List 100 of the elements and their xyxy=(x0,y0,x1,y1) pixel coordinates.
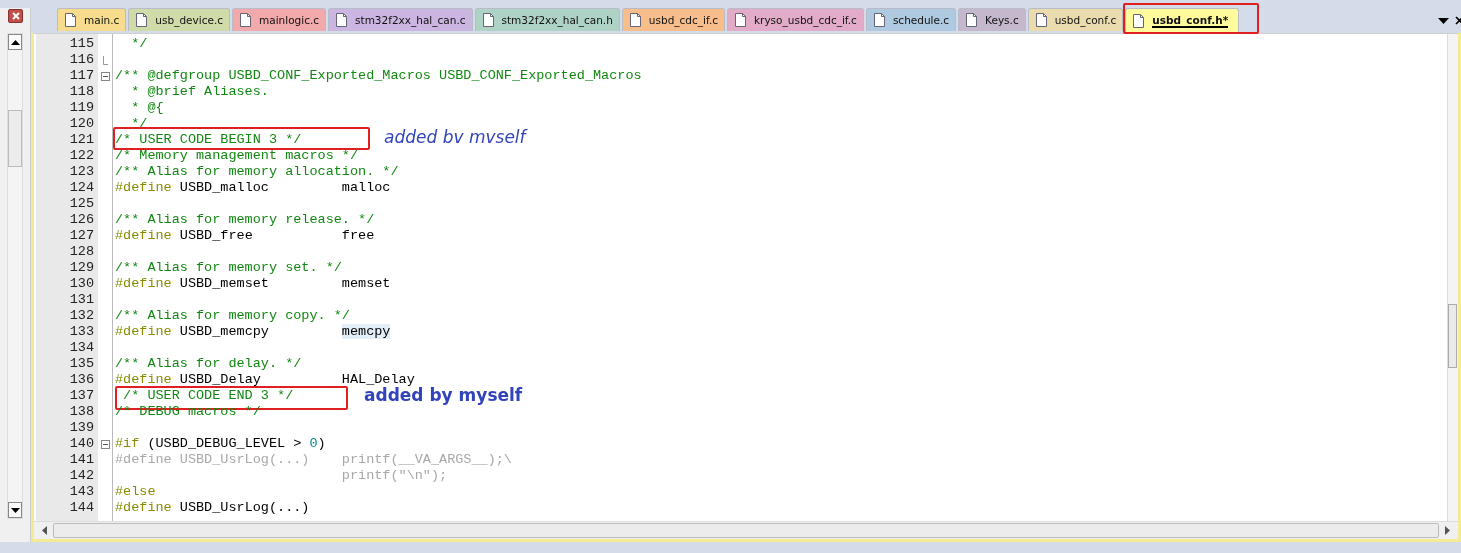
line-number: 132 xyxy=(69,308,94,323)
file-tab[interactable]: usbd_cdc_if.c xyxy=(621,8,725,31)
line-number: 141 xyxy=(69,452,94,467)
file-icon xyxy=(240,13,251,27)
code-text: /** Alias for delay. */ xyxy=(115,356,302,371)
file-icon xyxy=(136,13,148,27)
annotation-text: added by myself xyxy=(364,385,523,406)
line-number: 122 xyxy=(69,148,94,163)
line-number: 128 xyxy=(69,244,94,259)
code-text: /** @defgroup USBD_CONF_Exported_Macros USBD_CONF_Exported_Macros xyxy=(115,68,642,83)
code-text: 0 xyxy=(309,436,318,451)
code-text: /* USER CODE BEGIN 3 */ xyxy=(115,132,302,147)
code-text: ) xyxy=(317,436,326,451)
file-icon xyxy=(1035,13,1047,27)
close-icon[interactable] xyxy=(1455,16,1461,25)
collapse-icon[interactable] xyxy=(100,71,110,81)
code-text: * @{ xyxy=(130,100,164,115)
close-icon xyxy=(10,11,21,21)
line-number: 138 xyxy=(69,404,94,419)
code-text: USBD_malloc malloc xyxy=(178,180,391,195)
tab-list-dropdown-icon[interactable] xyxy=(1438,17,1449,24)
file-tab[interactable]: kryso_usbd_cdc_if.c xyxy=(727,8,864,31)
code-text: * @brief Aliases. xyxy=(130,84,269,99)
file-icon xyxy=(873,13,885,27)
line-number: 124 xyxy=(69,180,94,195)
line-number: 116 xyxy=(69,52,94,67)
line-number: 140 xyxy=(69,436,94,451)
annotation-text: added bv mvself xyxy=(384,126,526,148)
code-text: /* USER CODE END 3 */ xyxy=(122,388,294,403)
file-tab[interactable]: usbd_conf.c xyxy=(1027,8,1124,31)
line-number: 125 xyxy=(69,196,94,211)
vertical-scrollbar[interactable] xyxy=(7,33,23,519)
code-text: #if xyxy=(115,436,140,451)
file-icon xyxy=(1133,14,1145,28)
line-number: 142 xyxy=(69,468,94,483)
code-text: #define USBD_UsrLog(...) printf(__VA_ARGS__);\ xyxy=(115,452,512,467)
collapse-icon[interactable] xyxy=(100,439,110,449)
file-icon xyxy=(65,13,76,27)
code-text: USBD_free free xyxy=(178,228,375,243)
highlighted-word: memcpy xyxy=(341,324,391,339)
vertical-scrollbar[interactable] xyxy=(1447,34,1458,521)
code-text: /** Alias for memory set. */ xyxy=(115,260,342,275)
line-number: 115 xyxy=(69,36,94,51)
line-number: 120 xyxy=(69,116,94,131)
code-text: USBD_memcpy xyxy=(178,324,270,339)
code-text: #define xyxy=(115,372,172,387)
file-icon xyxy=(966,13,978,27)
code-text: #define xyxy=(115,180,172,195)
line-number: 123 xyxy=(69,164,94,179)
code-text: #define xyxy=(115,324,172,339)
scrollbar-thumb[interactable] xyxy=(8,110,22,167)
file-icon xyxy=(482,13,494,27)
file-tab[interactable]: usbd_conf.h* xyxy=(1125,8,1240,33)
code-text: /* Memory management macros */ xyxy=(115,148,359,163)
file-icon xyxy=(735,13,746,27)
line-number: 137 xyxy=(69,388,94,403)
file-tab[interactable]: mainlogic.c xyxy=(232,8,327,31)
code-text: #else xyxy=(115,484,156,499)
file-tab[interactable]: usb_device.c xyxy=(128,8,230,31)
scroll-up-icon[interactable] xyxy=(8,34,22,50)
file-tab[interactable]: stm32f2xx_hal_can.h xyxy=(474,8,620,31)
line-number: 139 xyxy=(69,420,94,435)
close-button[interactable] xyxy=(8,9,23,23)
code-text: /** Alias for memory allocation. */ xyxy=(115,164,399,179)
line-number: 121 xyxy=(69,132,94,147)
code-text: /** Alias for memory release. */ xyxy=(115,212,375,227)
file-icon xyxy=(336,13,348,27)
scroll-left-icon[interactable] xyxy=(42,526,47,535)
file-tab[interactable]: main.c xyxy=(57,8,127,31)
line-number: 130 xyxy=(69,276,94,291)
code-text: printf("\n"); xyxy=(340,468,448,483)
line-number: 118 xyxy=(69,84,94,99)
scroll-right-icon[interactable] xyxy=(1445,526,1450,535)
line-number: 133 xyxy=(69,324,94,339)
code-text: */ xyxy=(130,116,148,131)
line-number: 136 xyxy=(69,372,94,387)
code-text: #define xyxy=(115,228,172,243)
file-tab[interactable]: schedule.c xyxy=(865,8,957,31)
scrollbar-thumb[interactable] xyxy=(1448,304,1457,368)
file-icon xyxy=(629,13,641,27)
line-number: 127 xyxy=(69,228,94,243)
line-number: 143 xyxy=(69,484,94,499)
code-text: (USBD_DEBUG_LEVEL > xyxy=(146,436,303,451)
line-number: 131 xyxy=(69,292,94,307)
code-text: #define xyxy=(115,276,172,291)
code-text: /** Alias for memory copy. */ xyxy=(115,308,350,323)
code-text: */ xyxy=(130,36,148,51)
code-text: USBD_UsrLog(...) xyxy=(178,500,310,515)
line-number: 134 xyxy=(69,340,94,355)
line-number: 126 xyxy=(69,212,94,227)
line-number: 119 xyxy=(69,100,94,115)
code-text: USBD_Delay HAL_Delay xyxy=(178,372,415,387)
scrollbar-thumb[interactable] xyxy=(53,523,1439,538)
file-tab[interactable]: Keys.c xyxy=(958,8,1026,31)
line-number: 135 xyxy=(69,356,94,371)
file-tab[interactable]: stm32f2xx_hal_can.c xyxy=(328,8,473,31)
line-number: 129 xyxy=(69,260,94,275)
horizontal-scrollbar[interactable] xyxy=(34,521,1458,539)
scroll-down-icon[interactable] xyxy=(8,502,22,518)
line-number: 117 xyxy=(69,68,94,83)
